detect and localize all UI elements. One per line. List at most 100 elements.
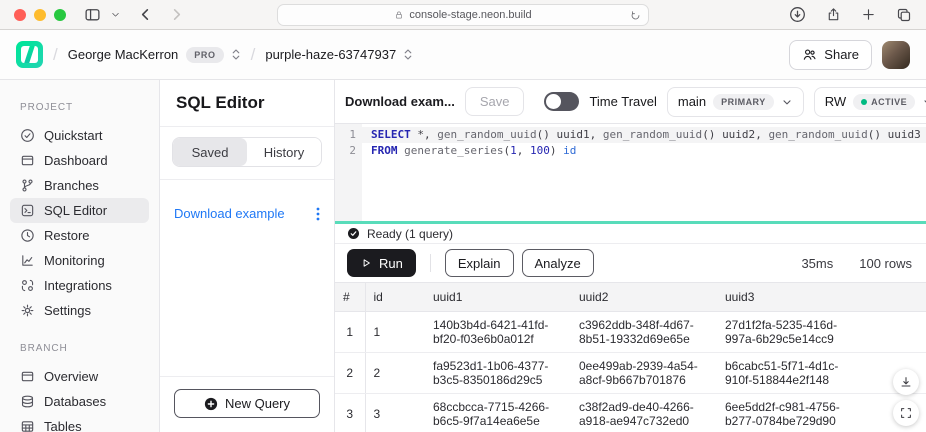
- downloads-icon[interactable]: [789, 6, 806, 23]
- kebab-menu-icon[interactable]: [316, 207, 320, 221]
- share-button-label: Share: [824, 47, 859, 62]
- analyze-button[interactable]: Analyze: [522, 249, 594, 277]
- back-button[interactable]: [138, 7, 153, 22]
- sidebar-item-label: Tables: [44, 419, 82, 432]
- minimize-window-button[interactable]: [34, 9, 46, 21]
- sidebar-item-databases[interactable]: Databases: [10, 389, 149, 414]
- run-button[interactable]: Run: [347, 249, 416, 277]
- active-badge: ACTIVE: [853, 94, 915, 110]
- sql-editor-icon: [20, 203, 35, 218]
- table-row[interactable]: 3 3 68ccbcca-7715-4266-b6c5-9f7a14ea6e5e…: [335, 394, 926, 432]
- query-status-bar: Ready (1 query): [335, 224, 926, 244]
- sidebar-item-overview[interactable]: Overview: [10, 364, 149, 389]
- expand-results-button[interactable]: [893, 400, 919, 426]
- time-travel-toggle[interactable]: [544, 92, 579, 111]
- database-icon: [20, 394, 35, 409]
- url-text: console-stage.neon.build: [409, 9, 531, 21]
- integrations-icon: [20, 278, 35, 293]
- compute-dropdown[interactable]: RW ACTIVE: [814, 87, 926, 117]
- close-window-button[interactable]: [14, 9, 26, 21]
- results-grid: # id uuid1 uuid2 uuid3 1 1 140b3b4d-6421…: [335, 282, 926, 432]
- query-title[interactable]: Download exam...: [345, 94, 455, 109]
- sidebar-item-restore[interactable]: Restore: [10, 223, 149, 248]
- table-row[interactable]: 2 2 fa9523d1-1b06-4377-b3c5-8350186d29c5…: [335, 353, 926, 394]
- column-header-uuid3[interactable]: uuid3: [717, 283, 863, 312]
- column-header-filler: [863, 283, 926, 312]
- column-header-id[interactable]: id: [365, 283, 425, 312]
- org-selector-icon[interactable]: [231, 48, 241, 61]
- cell-index: 3: [335, 394, 365, 432]
- cell-index: 2: [335, 353, 365, 394]
- user-avatar[interactable]: [882, 41, 910, 69]
- chevron-down-icon[interactable]: [111, 10, 120, 19]
- line-number: 1: [335, 127, 362, 143]
- sidebar-item-branches[interactable]: Branches: [10, 173, 149, 198]
- forward-button[interactable]: [169, 7, 184, 22]
- query-toolbar: Download exam... Save Time Travel main P…: [335, 80, 926, 124]
- check-circle-icon: [20, 128, 35, 143]
- address-bar[interactable]: console-stage.neon.build: [277, 4, 649, 26]
- sidebar-item-monitoring[interactable]: Monitoring: [10, 248, 149, 273]
- cell-uuid1: 68ccbcca-7715-4266-b6c5-9f7a14ea6e5e: [425, 394, 571, 432]
- sidebar-item-label: Quickstart: [44, 128, 103, 143]
- cell-uuid2: 0ee499ab-2939-4a54-a8cf-9b667b701876: [571, 353, 717, 394]
- ready-check-icon: [347, 227, 360, 240]
- sidebar-item-tables[interactable]: Tables: [10, 414, 149, 432]
- tab-history[interactable]: History: [247, 138, 321, 166]
- cell-id: 1: [365, 312, 425, 353]
- line-number: 2: [335, 143, 362, 159]
- share-button[interactable]: Share: [789, 40, 872, 70]
- reload-icon[interactable]: [630, 10, 641, 21]
- chevron-down-icon: [781, 96, 793, 108]
- plus-circle-icon: [204, 397, 218, 411]
- actions-divider: [430, 254, 431, 272]
- sidebar-item-settings[interactable]: Settings: [10, 298, 149, 323]
- sidebar-item-label: Restore: [44, 228, 90, 243]
- new-query-button[interactable]: New Query: [174, 389, 320, 418]
- lock-icon: [394, 10, 404, 20]
- sidebar-item-integrations[interactable]: Integrations: [10, 273, 149, 298]
- primary-badge: PRIMARY: [713, 94, 774, 110]
- sidebar-toggle-icon[interactable]: [84, 6, 101, 23]
- column-header-uuid2[interactable]: uuid2: [571, 283, 717, 312]
- saved-query-item[interactable]: Download example: [160, 198, 334, 229]
- save-button[interactable]: Save: [465, 87, 525, 116]
- expand-icon: [899, 406, 913, 420]
- project-selector-icon[interactable]: [403, 48, 413, 61]
- column-header-index[interactable]: #: [335, 283, 365, 312]
- breadcrumb-separator: /: [53, 45, 58, 65]
- org-name[interactable]: George MacKerron: [68, 47, 179, 62]
- sidebar-item-label: SQL Editor: [44, 203, 107, 218]
- sidebar-item-sql-editor[interactable]: SQL Editor: [10, 198, 149, 223]
- sidebar-item-label: Dashboard: [44, 153, 108, 168]
- gear-icon: [20, 303, 35, 318]
- new-tab-icon[interactable]: [861, 7, 876, 22]
- git-branch-icon: [20, 178, 35, 193]
- table-row[interactable]: 1 1 140b3b4d-6421-41fd-bf20-f03e6b0a012f…: [335, 312, 926, 353]
- cell-uuid2: c3962ddb-348f-4d67-8b51-19332d69e65e: [571, 312, 717, 353]
- play-icon: [360, 257, 372, 269]
- share-page-icon[interactable]: [826, 7, 841, 22]
- sidebar-item-quickstart[interactable]: Quickstart: [10, 123, 149, 148]
- zoom-window-button[interactable]: [54, 9, 66, 21]
- page-title: SQL Editor: [160, 80, 334, 127]
- tab-saved[interactable]: Saved: [173, 138, 247, 166]
- people-icon: [802, 47, 817, 62]
- tab-overview-icon[interactable]: [896, 7, 912, 23]
- results-header-row: # id uuid1 uuid2 uuid3: [335, 283, 926, 312]
- saved-query-label: Download example: [174, 206, 285, 221]
- sidebar-item-dashboard[interactable]: Dashboard: [10, 148, 149, 173]
- sql-code-editor[interactable]: 1 SELECT *, gen_random_uuid() uuid1, gen…: [335, 124, 926, 221]
- sidebar-item-label: Branches: [44, 178, 99, 193]
- cell-id: 2: [365, 353, 425, 394]
- chart-icon: [20, 253, 35, 268]
- new-query-label: New Query: [225, 396, 290, 411]
- branch-dropdown[interactable]: main PRIMARY: [667, 87, 804, 117]
- download-results-button[interactable]: [893, 369, 919, 395]
- saved-history-tabs: Saved History: [172, 137, 322, 167]
- neon-logo[interactable]: [16, 41, 43, 68]
- sidebar-item-label: Settings: [44, 303, 91, 318]
- explain-button[interactable]: Explain: [445, 249, 514, 277]
- project-name[interactable]: purple-haze-63747937: [265, 47, 396, 62]
- column-header-uuid1[interactable]: uuid1: [425, 283, 571, 312]
